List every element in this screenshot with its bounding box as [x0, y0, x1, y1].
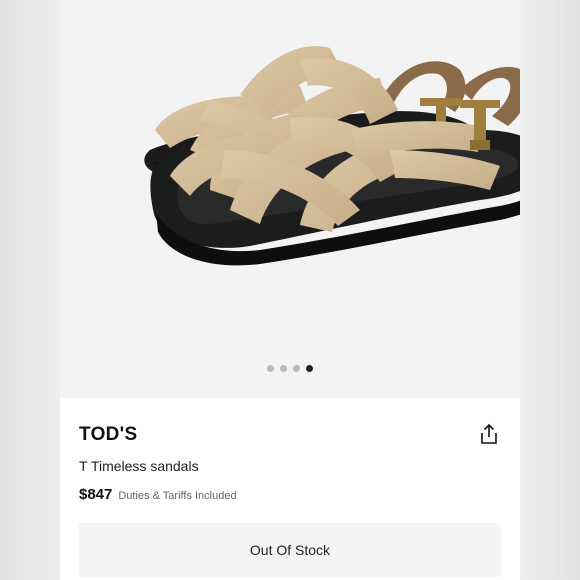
pagination-dot[interactable]	[267, 365, 274, 372]
brand-name[interactable]: TOD'S	[79, 424, 137, 446]
product-card: TOD'S T Timeless sandals $847 Duties & T…	[60, 0, 520, 580]
duties-note: Duties & Tariffs Included	[118, 490, 237, 502]
product-gallery[interactable]	[60, 0, 520, 398]
product-info: TOD'S T Timeless sandals $847 Duties & T…	[60, 398, 520, 580]
pagination-dot[interactable]	[280, 365, 287, 372]
product-price: $847	[79, 486, 113, 503]
price-row: $847 Duties & Tariffs Included	[79, 486, 237, 503]
out-of-stock-button[interactable]: Out Of Stock	[79, 523, 501, 577]
pagination-dot[interactable]	[293, 365, 300, 372]
page-background-left	[0, 0, 60, 580]
product-name: T Timeless sandals	[79, 458, 199, 474]
page-background-right	[520, 0, 580, 580]
product-image	[144, 46, 520, 266]
pagination-dot-active[interactable]	[306, 365, 313, 372]
share-icon[interactable]	[477, 422, 501, 446]
gallery-pagination	[60, 365, 520, 372]
